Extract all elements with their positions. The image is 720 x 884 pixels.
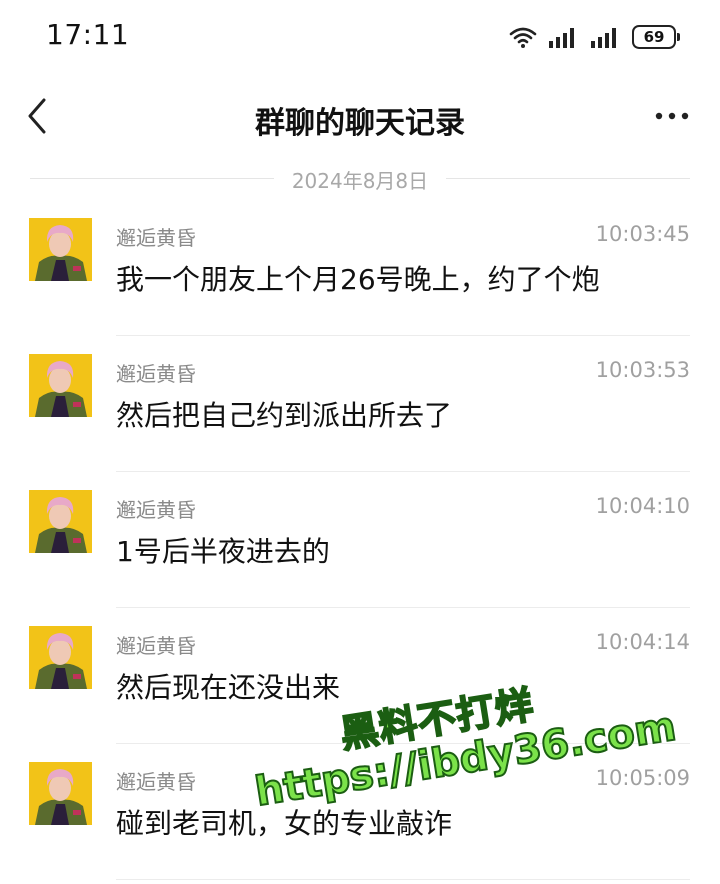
- avatar[interactable]: [29, 762, 92, 825]
- message-text: 1号后半夜进去的: [116, 535, 330, 568]
- message-item[interactable]: 邂逅黄昏 10:05:09 碰到老司机，女的专业敲诈: [0, 744, 720, 880]
- message-item[interactable]: 邂逅黄昏 10:04:14 然后现在还没出来: [0, 608, 720, 744]
- status-time: 17:11: [46, 18, 130, 51]
- message-text: 然后把自己约到派出所去了: [116, 399, 453, 432]
- header: 群聊的聊天记录: [0, 76, 720, 158]
- avatar[interactable]: [29, 626, 92, 689]
- date-label: 2024年8月8日: [291, 169, 429, 193]
- sender-name: 邂逅黄昏: [116, 770, 196, 794]
- avatar[interactable]: [29, 218, 92, 281]
- avatar[interactable]: [29, 490, 92, 553]
- message-time: 10:04:14: [595, 630, 690, 654]
- status-icons: 69: [508, 22, 680, 52]
- message-text: 碰到老司机，女的专业敲诈: [116, 807, 453, 840]
- message-text: 我一个朋友上个月26号晚上，约了个炮: [116, 263, 600, 296]
- avatar-image: [29, 218, 92, 281]
- avatar-image: [29, 354, 92, 417]
- message-time: 10:03:45: [595, 222, 690, 246]
- status-bar: 17:11 69: [0, 0, 720, 76]
- avatar-image: [29, 490, 92, 553]
- message-time: 10:05:09: [595, 766, 690, 790]
- avatar-image: [29, 626, 92, 689]
- avatar[interactable]: [29, 354, 92, 417]
- sender-name: 邂逅黄昏: [116, 498, 196, 522]
- message-list: 邂逅黄昏 10:03:45 我一个朋友上个月26号晚上，约了个炮 邂逅黄昏 10…: [0, 200, 720, 880]
- battery-icon: 69: [632, 25, 680, 49]
- wifi-icon: [509, 27, 537, 48]
- signal-icon: [549, 28, 574, 48]
- divider-line: [446, 178, 690, 179]
- message-time: 10:03:53: [595, 358, 690, 382]
- message-item[interactable]: 邂逅黄昏 10:04:10 1号后半夜进去的: [0, 472, 720, 608]
- more-horizontal-icon[interactable]: [654, 104, 690, 128]
- battery-level: 69: [643, 28, 665, 46]
- avatar-image: [29, 762, 92, 825]
- sender-name: 邂逅黄昏: [116, 634, 196, 658]
- message-text: 然后现在还没出来: [116, 671, 341, 704]
- message-item[interactable]: 邂逅黄昏 10:03:45 我一个朋友上个月26号晚上，约了个炮: [0, 200, 720, 336]
- signal-icon: [591, 28, 616, 48]
- message-time: 10:04:10: [595, 494, 690, 518]
- page-title: 群聊的聊天记录: [255, 106, 465, 141]
- separator: [116, 879, 690, 880]
- sender-name: 邂逅黄昏: [116, 362, 196, 386]
- date-divider: 2024年8月8日: [30, 162, 690, 194]
- sender-name: 邂逅黄昏: [116, 226, 196, 250]
- message-item[interactable]: 邂逅黄昏 10:03:53 然后把自己约到派出所去了: [0, 336, 720, 472]
